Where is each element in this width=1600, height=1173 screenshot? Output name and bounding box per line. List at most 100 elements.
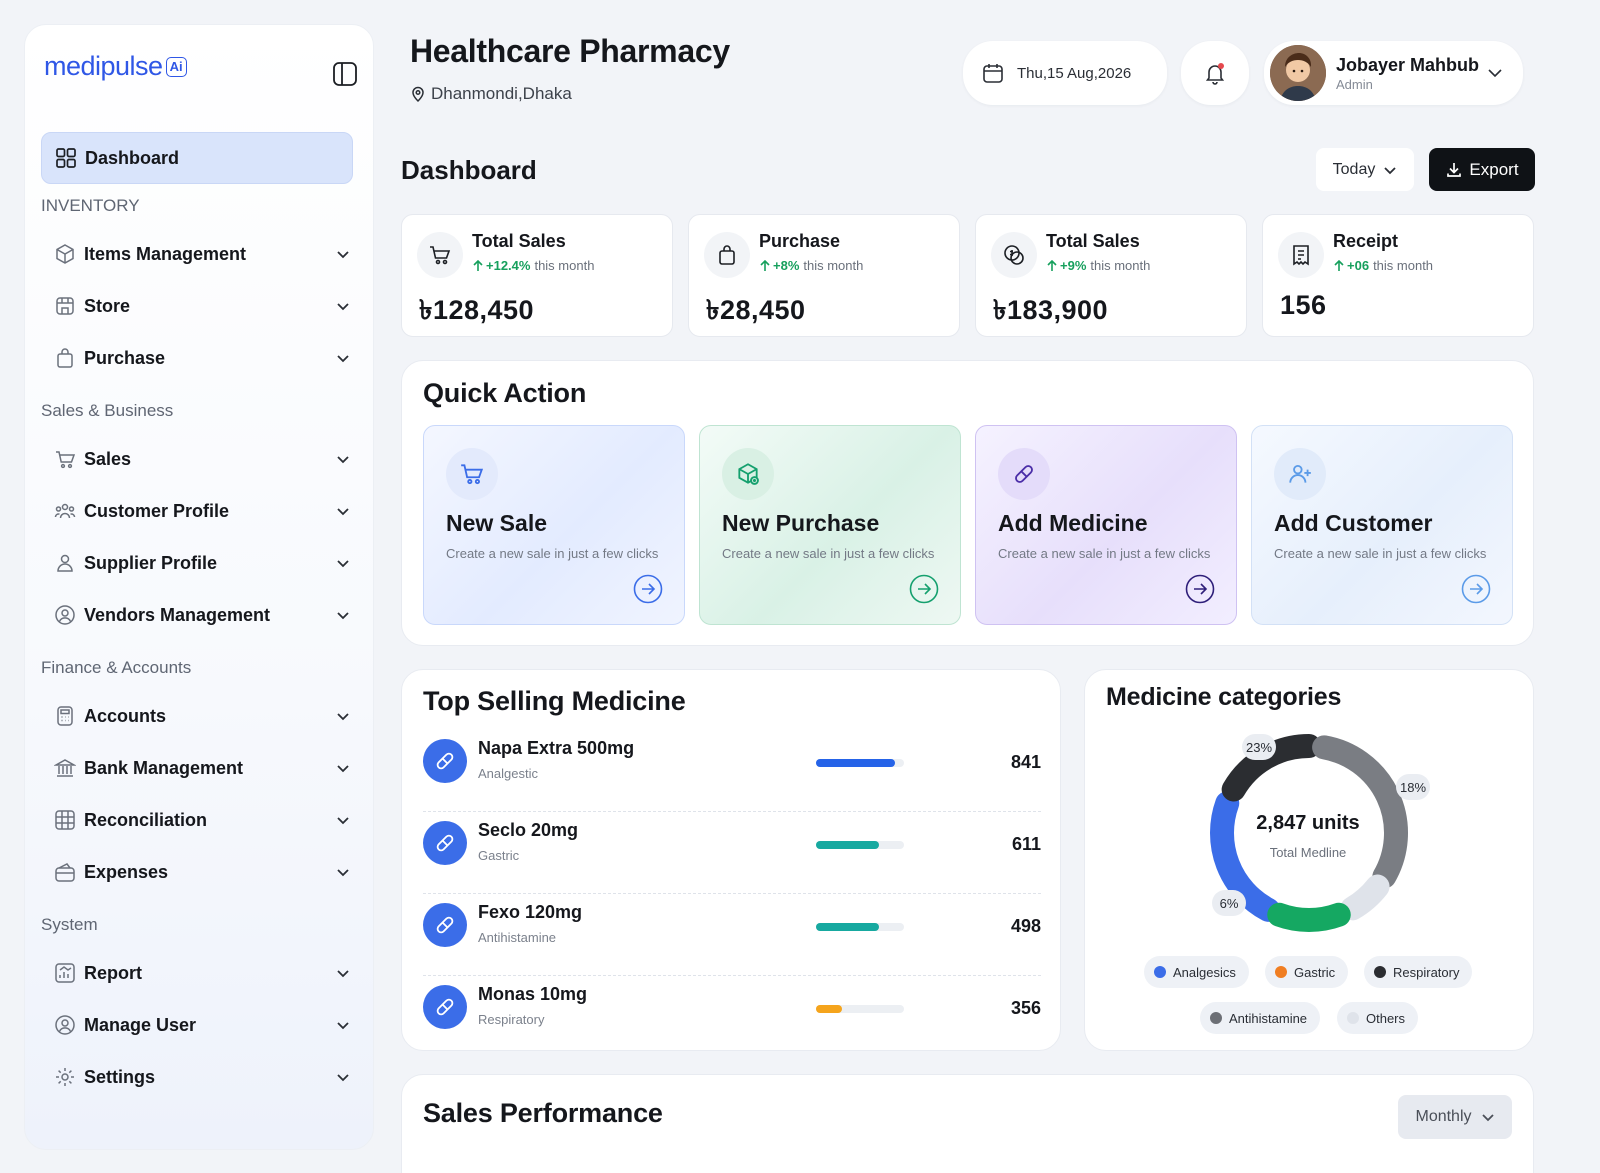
grid-table-icon xyxy=(54,809,76,831)
sidebar-item-store[interactable]: Store xyxy=(41,284,353,328)
quick-action-new-purchase[interactable]: New Purchase Create a new sale in just a… xyxy=(699,425,961,625)
location-pin-icon xyxy=(410,86,431,102)
sidebar-item-label: Supplier Profile xyxy=(84,552,218,573)
quick-action-new-sale[interactable]: New Sale Create a new sale in just a few… xyxy=(423,425,685,625)
bell-icon xyxy=(1202,60,1228,86)
sidebar-item-items-management[interactable]: Items Management xyxy=(41,232,353,276)
sidebar-item-supplier-profile[interactable]: Supplier Profile xyxy=(41,541,353,585)
sidebar-item-accounts[interactable]: Accounts xyxy=(41,694,353,738)
pct-badge: 23% xyxy=(1242,734,1276,760)
medicine-count: 841 xyxy=(1010,752,1041,772)
sidebar-toggle-icon[interactable] xyxy=(332,61,358,87)
logo-text: medipulse xyxy=(44,51,163,81)
user-name: Jobayer Mahbub xyxy=(1336,54,1480,75)
sidebar-item-expenses[interactable]: Expenses xyxy=(41,850,353,894)
arrow-right-icon[interactable] xyxy=(909,574,939,604)
pct-badge: 18% xyxy=(1396,774,1430,800)
bag-icon xyxy=(54,347,76,369)
calendar-icon xyxy=(981,61,1005,85)
medicine-row[interactable]: Napa Extra 500mg Analgestic 841 xyxy=(423,730,1041,812)
coins-icon xyxy=(991,232,1037,278)
store-location: Dhanmondi,Dhaka xyxy=(410,84,572,104)
chevron-down-icon xyxy=(336,299,350,313)
quick-action-add-medicine[interactable]: Add Medicine Create a new sale in just a… xyxy=(975,425,1237,625)
sales-bar xyxy=(816,923,880,931)
avatar xyxy=(1270,45,1326,101)
legend-dot xyxy=(1210,1012,1222,1024)
legend-item-gastric[interactable]: Gastric xyxy=(1265,956,1349,988)
notification-button[interactable] xyxy=(1181,41,1249,105)
top-selling-panel: Top Selling Medicine Napa Extra 500mg Ana… xyxy=(401,669,1061,1051)
arrow-right-icon[interactable] xyxy=(1185,574,1215,604)
stat-card-total-sales[interactable]: Total Sales +12.4% this month ৳128,450 xyxy=(401,214,673,337)
arrow-up-icon xyxy=(472,259,484,272)
medicine-row[interactable]: Fexo 120mg Antihistamine 498 xyxy=(423,894,1041,976)
store-icon xyxy=(54,295,76,317)
medicine-row[interactable]: Seclo 20mg Gastric 611 xyxy=(423,812,1041,894)
medicine-category: Antihistamine xyxy=(478,930,557,945)
sales-bar-track xyxy=(816,841,904,849)
medicine-category: Analgestic xyxy=(478,766,538,781)
stat-value: ৳128,450 xyxy=(419,295,535,325)
stat-change: +06 this month xyxy=(1333,258,1433,273)
calculator-icon xyxy=(54,705,76,727)
export-button[interactable]: Export xyxy=(1429,148,1535,191)
date-display[interactable]: Thu,15 Aug,2026 xyxy=(963,41,1167,105)
period-select[interactable]: Monthly xyxy=(1398,1095,1512,1139)
stat-card-purchase[interactable]: Purchase +8% this month ৳28,450 xyxy=(688,214,960,337)
sidebar-item-label: Purchase xyxy=(84,347,166,368)
chevron-down-icon xyxy=(336,351,350,365)
sidebar-item-reconciliation[interactable]: Reconciliation xyxy=(41,798,353,842)
sidebar-item-report[interactable]: Report xyxy=(41,951,353,995)
stat-value: ৳183,900 xyxy=(993,295,1109,325)
sidebar-item-label: Dashboard xyxy=(85,147,180,168)
sidebar-item-label: Bank Management xyxy=(84,757,244,778)
sidebar-item-customer-profile[interactable]: Customer Profile xyxy=(41,489,353,533)
date-range-select[interactable]: Today xyxy=(1316,148,1414,191)
date-text: Thu,15 Aug,2026 xyxy=(1017,64,1132,82)
legend-item-analgesics[interactable]: Analgesics xyxy=(1144,956,1249,988)
stat-change-value: +8% xyxy=(773,258,800,273)
arrow-up-icon xyxy=(1333,259,1345,272)
cart-icon xyxy=(417,232,463,278)
stat-change-value: +9% xyxy=(1060,258,1087,273)
stat-change: +9% this month xyxy=(1046,258,1150,273)
brand-logo[interactable]: medipulse Ai xyxy=(44,51,187,82)
user-icon xyxy=(54,552,76,574)
quick-action-title: New Sale xyxy=(446,510,547,536)
medicine-category: Gastric xyxy=(478,848,520,863)
pill-icon xyxy=(423,985,467,1029)
sidebar-item-label: Store xyxy=(84,295,131,316)
box-icon xyxy=(54,243,76,265)
legend-item-others[interactable]: Others xyxy=(1337,1002,1419,1034)
user-menu[interactable]: Jobayer Mahbub Admin xyxy=(1264,41,1523,105)
arrow-right-icon[interactable] xyxy=(633,574,663,604)
sidebar-item-purchase[interactable]: Purchase xyxy=(41,336,353,380)
sidebar-item-dashboard[interactable]: Dashboard xyxy=(41,132,353,184)
sidebar-item-sales[interactable]: Sales xyxy=(41,437,353,481)
period-label: Monthly xyxy=(1415,1108,1472,1125)
sidebar-item-manage-user[interactable]: Manage User xyxy=(41,1003,353,1047)
arrow-right-icon[interactable] xyxy=(1461,574,1491,604)
pill-icon xyxy=(423,903,467,947)
stat-card-receipt[interactable]: Receipt +06 this month 156 xyxy=(1262,214,1534,337)
pct-badge: 6% xyxy=(1212,890,1246,916)
quick-action-add-customer[interactable]: Add Customer Create a new sale in just a… xyxy=(1251,425,1513,625)
top-selling-title: Top Selling Medicine xyxy=(423,686,686,716)
bag-icon xyxy=(704,232,750,278)
sales-bar xyxy=(816,1005,843,1013)
legend-dot xyxy=(1154,966,1166,978)
sidebar: medipulse Ai Dashboard INVENTORY Items M… xyxy=(24,24,374,1150)
medicine-row[interactable]: Monas 10mg Respiratory 356 xyxy=(423,976,1041,1058)
sidebar-item-bank-management[interactable]: Bank Management xyxy=(41,746,353,790)
legend-item-antihistamine[interactable]: Antihistamine xyxy=(1200,1002,1321,1034)
sidebar-item-settings[interactable]: Settings xyxy=(41,1055,353,1099)
legend-item-respiratory[interactable]: Respiratory xyxy=(1364,956,1473,988)
quick-action-title: Add Medicine xyxy=(998,510,1148,536)
donut-total-label: Total Medline xyxy=(1269,845,1347,860)
stat-change-period: this month xyxy=(1373,258,1434,273)
sidebar-item-vendors-management[interactable]: Vendors Management xyxy=(41,593,353,637)
stat-card-total-sales-2[interactable]: Total Sales +9% this month ৳183,900 xyxy=(975,214,1247,337)
users-icon xyxy=(54,500,76,522)
donut-chart xyxy=(1210,734,1408,932)
